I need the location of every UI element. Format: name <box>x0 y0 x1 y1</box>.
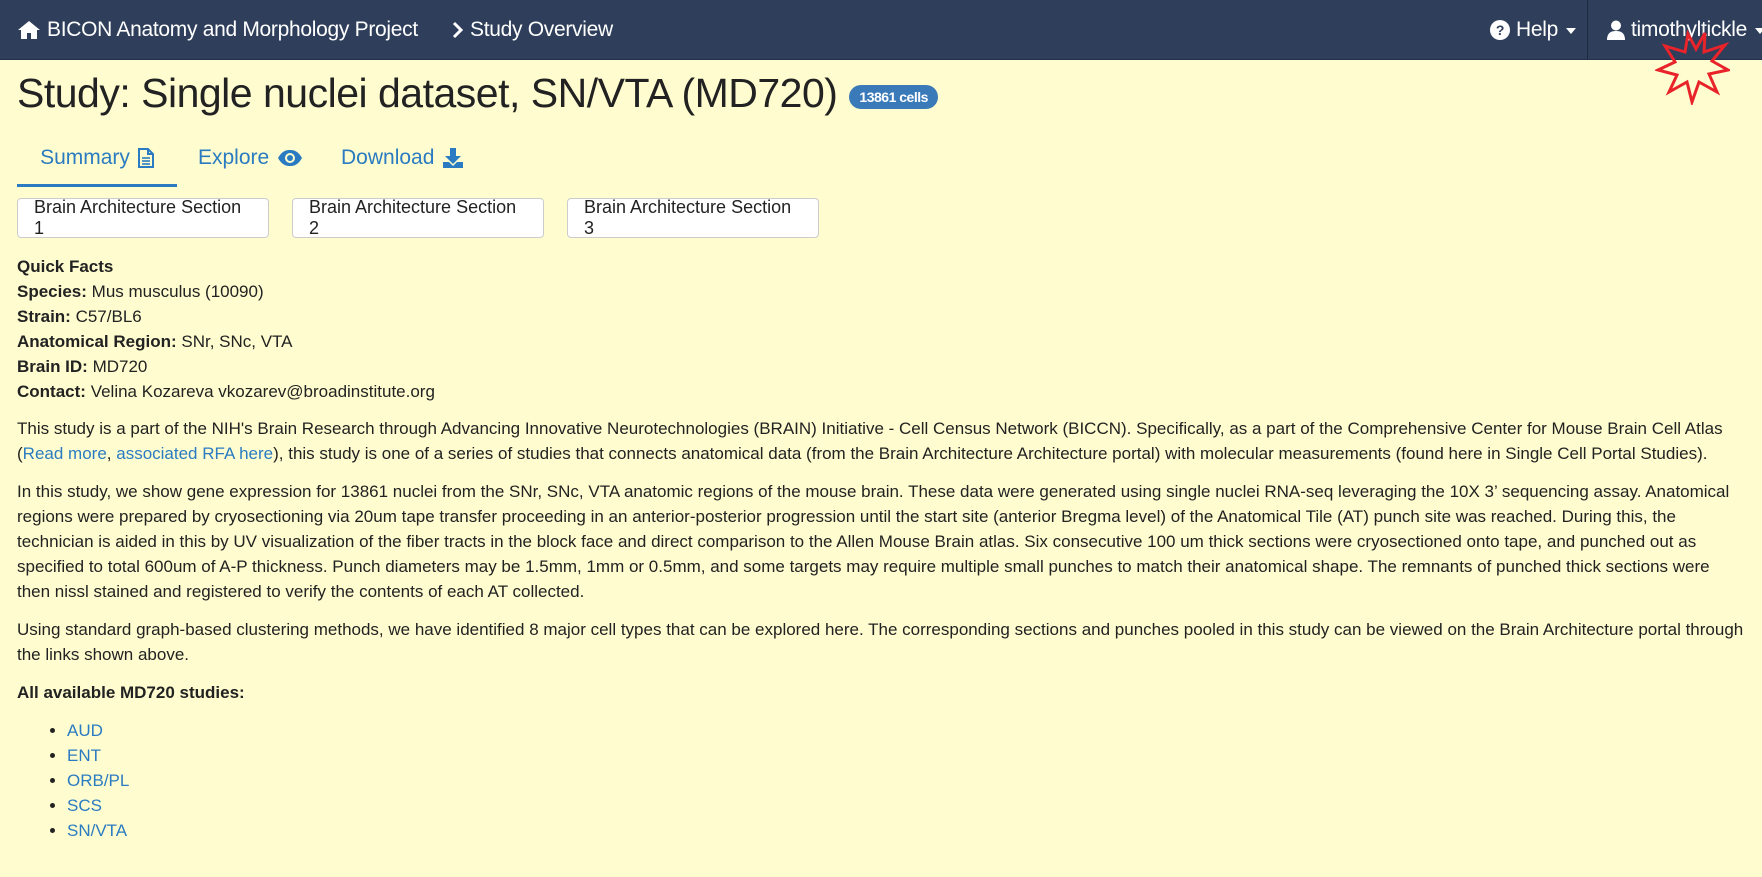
chevron-down-icon <box>1755 28 1762 34</box>
fact-label: Species: <box>17 282 87 301</box>
user-icon <box>1607 20 1625 40</box>
study-link-aud[interactable]: AUD <box>67 721 103 740</box>
brain-architecture-section-3-button[interactable]: Brain Architecture Section 3 <box>567 197 819 238</box>
quick-facts-title: Quick Facts <box>17 257 114 276</box>
fact-value: MD720 <box>92 357 148 376</box>
fact-strain: Strain: C57/BL6 <box>17 304 1747 329</box>
list-item: SCS <box>67 793 1747 818</box>
top-navbar: BICON Anatomy and Morphology Project Stu… <box>0 0 1762 60</box>
fact-contact: Contact: Velina Kozareva vkozarev@broadi… <box>17 379 1747 404</box>
intro-paragraph: This study is a part of the NIH's Brain … <box>17 416 1747 466</box>
nav-divider <box>1587 0 1588 60</box>
list-item: ORB/PL <box>67 768 1747 793</box>
tab-download-label: Download <box>341 146 435 169</box>
brand-link[interactable]: BICON Anatomy and Morphology Project <box>17 0 418 60</box>
study-link-scs[interactable]: SCS <box>67 796 102 815</box>
fact-value: Velina Kozareva vkozarev@broadinstitute.… <box>90 382 435 401</box>
page-title: Study: Single nuclei dataset, SN/VTA (MD… <box>17 70 938 117</box>
fact-region: Anatomical Region: SNr, SNc, VTA <box>17 329 1747 354</box>
clustering-paragraph: Using standard graph-based clustering me… <box>17 620 1744 664</box>
breadcrumb-label: Study Overview <box>470 18 613 41</box>
cell-count-badge: 13861 cells <box>849 84 938 109</box>
tab-explore-label: Explore <box>198 146 270 169</box>
download-icon <box>442 147 464 169</box>
help-menu[interactable]: ? Help <box>1490 0 1576 60</box>
fact-value: Mus musculus (10090) <box>91 282 264 301</box>
tab-explore[interactable]: Explore <box>198 132 303 184</box>
list-item: ENT <box>67 743 1747 768</box>
brain-architecture-section-1-button[interactable]: Brain Architecture Section 1 <box>17 197 269 238</box>
starburst-icon <box>1655 30 1730 105</box>
studies-list: AUD ENT ORB/PL SCS SN/VTA <box>17 718 1747 843</box>
eye-icon <box>277 149 303 167</box>
breadcrumb-study-overview[interactable]: Study Overview <box>452 0 613 60</box>
fact-label: Contact: <box>17 382 86 401</box>
read-more-link[interactable]: Read more <box>23 444 107 463</box>
study-link-orb-pl[interactable]: ORB/PL <box>67 771 129 790</box>
svg-text:?: ? <box>1496 22 1504 38</box>
home-icon <box>17 20 41 40</box>
study-link-ent[interactable]: ENT <box>67 746 101 765</box>
fact-value: C57/BL6 <box>75 307 142 326</box>
tab-download[interactable]: Download <box>341 132 464 184</box>
brain-architecture-section-2-button[interactable]: Brain Architecture Section 2 <box>292 197 544 238</box>
file-text-icon <box>137 148 154 168</box>
tab-summary[interactable]: Summary <box>17 132 177 187</box>
question-circle-icon: ? <box>1490 20 1510 40</box>
tab-summary-label: Summary <box>40 146 130 169</box>
fact-label: Brain ID: <box>17 357 88 376</box>
fact-value: SNr, SNc, VTA <box>181 332 293 351</box>
list-item: SN/VTA <box>67 818 1747 843</box>
intro-text: ), this study is one of a series of stud… <box>273 444 1708 463</box>
fact-species: Species: Mus musculus (10090) <box>17 279 1747 304</box>
fact-label: Anatomical Region: <box>17 332 177 351</box>
help-label: Help <box>1516 18 1558 41</box>
brand-label: BICON Anatomy and Morphology Project <box>47 18 418 41</box>
fact-brain-id: Brain ID: MD720 <box>17 354 1747 379</box>
study-description: Quick Facts Species: Mus musculus (10090… <box>17 254 1747 843</box>
fact-label: Strain: <box>17 307 71 326</box>
intro-separator: , <box>106 444 117 463</box>
rfa-link[interactable]: associated RFA here <box>116 444 273 463</box>
study-link-sn-vta[interactable]: SN/VTA <box>67 821 127 840</box>
list-item: AUD <box>67 718 1747 743</box>
methods-paragraph: In this study, we show gene expression f… <box>17 482 1730 601</box>
page-title-text: Study: Single nuclei dataset, SN/VTA (MD… <box>17 70 838 116</box>
chevron-right-icon <box>452 21 464 39</box>
studies-title: All available MD720 studies: <box>17 683 245 702</box>
chevron-down-icon <box>1566 28 1576 34</box>
